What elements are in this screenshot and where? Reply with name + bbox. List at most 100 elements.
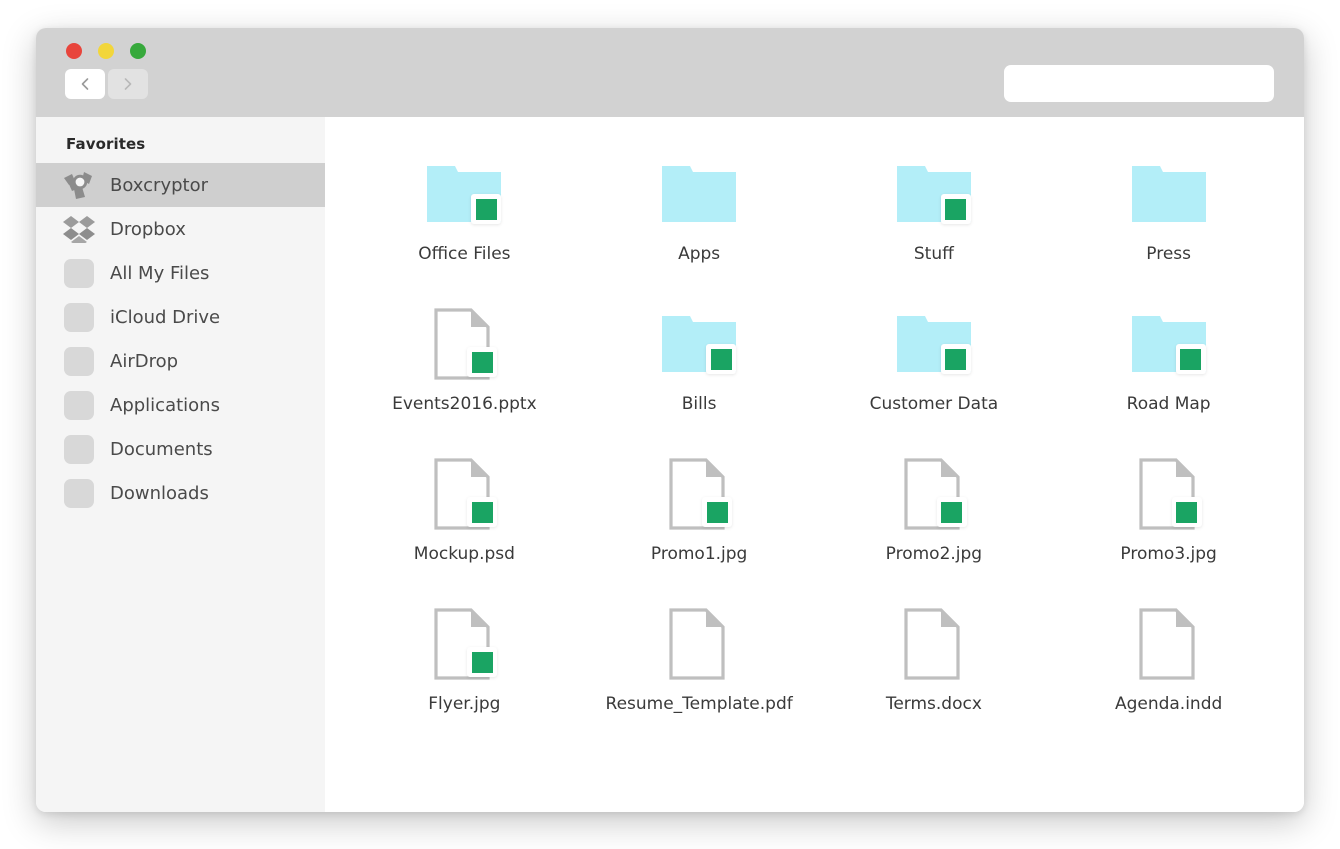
sidebar-item-label: Documents <box>110 438 213 460</box>
document-icon <box>423 305 505 383</box>
folder-item[interactable]: Customer Data <box>817 299 1052 449</box>
chevron-left-icon <box>79 76 91 92</box>
boxcryptor-icon <box>62 170 96 200</box>
sidebar-item-label: Applications <box>110 394 220 416</box>
document-icon <box>1128 605 1210 683</box>
file-item[interactable]: Promo1.jpg <box>582 449 817 599</box>
finder-window: Favorites Boxcryptor Dropbox All My Files i… <box>36 28 1304 812</box>
sidebar-item-boxcryptor[interactable]: Boxcryptor <box>36 163 325 207</box>
document-icon <box>658 455 740 533</box>
file-label: Agenda.indd <box>1114 694 1223 714</box>
encrypted-badge-icon <box>471 194 502 224</box>
file-item[interactable]: Mockup.psd <box>347 449 582 599</box>
sidebar-heading: Favorites <box>66 135 146 153</box>
file-item[interactable]: Agenda.indd <box>1051 599 1286 749</box>
folder-icon <box>893 155 975 233</box>
sidebar-item-label: Dropbox <box>110 218 186 240</box>
file-label: Terms.docx <box>885 694 982 714</box>
file-label: Road Map <box>1126 394 1211 414</box>
encrypted-badge-icon <box>467 497 498 527</box>
encrypted-badge-icon <box>467 647 498 677</box>
document-icon <box>423 605 505 683</box>
document-icon <box>893 455 975 533</box>
sidebar-item-downloads[interactable]: Downloads <box>36 471 325 515</box>
navigation-button-group <box>65 69 148 99</box>
file-grid: Office Files Apps Stuff Press Events2016.ppt… <box>347 149 1286 749</box>
folder-icon <box>893 305 975 383</box>
minimize-window-button[interactable] <box>98 43 114 59</box>
window-titlebar <box>36 28 1304 117</box>
document-icon <box>658 605 740 683</box>
file-item[interactable]: Promo2.jpg <box>817 449 1052 599</box>
folder-item[interactable]: Road Map <box>1051 299 1286 449</box>
encrypted-badge-icon <box>1171 497 1202 527</box>
generic-icon <box>62 346 96 376</box>
file-label: Apps <box>678 244 721 264</box>
document-icon <box>423 455 505 533</box>
folder-icon <box>423 155 505 233</box>
sidebar-item-all-my-files[interactable]: All My Files <box>36 251 325 295</box>
sidebar-item-label: AirDrop <box>110 350 179 372</box>
file-label: Promo2.jpg <box>885 544 983 564</box>
close-window-button[interactable] <box>66 43 82 59</box>
folder-item[interactable]: Bills <box>582 299 817 449</box>
file-item[interactable]: Flyer.jpg <box>347 599 582 749</box>
sidebar-item-documents[interactable]: Documents <box>36 427 325 471</box>
file-label: Customer Data <box>869 394 999 414</box>
generic-icon <box>62 390 96 420</box>
document-icon <box>893 605 975 683</box>
sidebar-item-label: iCloud Drive <box>110 306 221 328</box>
maximize-window-button[interactable] <box>130 43 146 59</box>
traffic-light-group <box>66 43 146 59</box>
file-label: Mockup.psd <box>413 544 515 564</box>
file-label: Bills <box>681 394 717 414</box>
sidebar-item-label: Downloads <box>110 482 209 504</box>
file-label: Press <box>1146 244 1191 264</box>
file-label: Events2016.pptx <box>392 394 537 414</box>
dropbox-icon <box>62 214 96 244</box>
folder-item[interactable]: Stuff <box>817 149 1052 299</box>
generic-icon <box>62 478 96 508</box>
forward-button[interactable] <box>108 69 148 99</box>
folder-icon <box>658 155 740 233</box>
sidebar-item-airdrop[interactable]: AirDrop <box>36 339 325 383</box>
file-item[interactable]: Events2016.pptx <box>347 299 582 449</box>
file-label: Resume_Template.pdf <box>605 694 793 714</box>
window-body: Favorites Boxcryptor Dropbox All My Files i… <box>36 117 1304 812</box>
file-label: Promo3.jpg <box>1120 544 1217 564</box>
encrypted-badge-icon <box>706 344 737 374</box>
encrypted-badge-icon <box>940 344 971 374</box>
sidebar-item-label: Boxcryptor <box>110 174 208 196</box>
document-icon <box>1128 455 1210 533</box>
encrypted-badge-icon <box>702 497 733 527</box>
sidebar-item-icloud-drive[interactable]: iCloud Drive <box>36 295 325 339</box>
file-browser-content: Office Files Apps Stuff Press Events2016.ppt… <box>325 117 1304 812</box>
chevron-right-icon <box>122 76 134 92</box>
sidebar-item-list: Boxcryptor Dropbox All My Files iCloud Driv… <box>36 163 325 515</box>
file-item[interactable]: Resume_Template.pdf <box>582 599 817 749</box>
encrypted-badge-icon <box>467 347 498 377</box>
encrypted-badge-icon <box>936 497 967 527</box>
folder-icon <box>658 305 740 383</box>
generic-icon <box>62 258 96 288</box>
folder-item[interactable]: Office Files <box>347 149 582 299</box>
generic-icon <box>62 434 96 464</box>
folder-item[interactable]: Press <box>1051 149 1286 299</box>
back-button[interactable] <box>65 69 105 99</box>
encrypted-badge-icon <box>940 194 971 224</box>
sidebar-item-applications[interactable]: Applications <box>36 383 325 427</box>
file-label: Flyer.jpg <box>428 694 501 714</box>
sidebar: Favorites Boxcryptor Dropbox All My Files i… <box>36 117 325 812</box>
sidebar-item-label: All My Files <box>110 262 210 284</box>
search-input[interactable] <box>1004 65 1274 102</box>
file-label: Stuff <box>913 244 954 264</box>
file-label: Office Files <box>418 244 511 264</box>
sidebar-item-dropbox[interactable]: Dropbox <box>36 207 325 251</box>
file-label: Promo1.jpg <box>650 544 748 564</box>
folder-icon <box>1128 155 1210 233</box>
file-item[interactable]: Promo3.jpg <box>1051 449 1286 599</box>
generic-icon <box>62 302 96 332</box>
folder-item[interactable]: Apps <box>582 149 817 299</box>
encrypted-badge-icon <box>1175 344 1206 374</box>
file-item[interactable]: Terms.docx <box>817 599 1052 749</box>
